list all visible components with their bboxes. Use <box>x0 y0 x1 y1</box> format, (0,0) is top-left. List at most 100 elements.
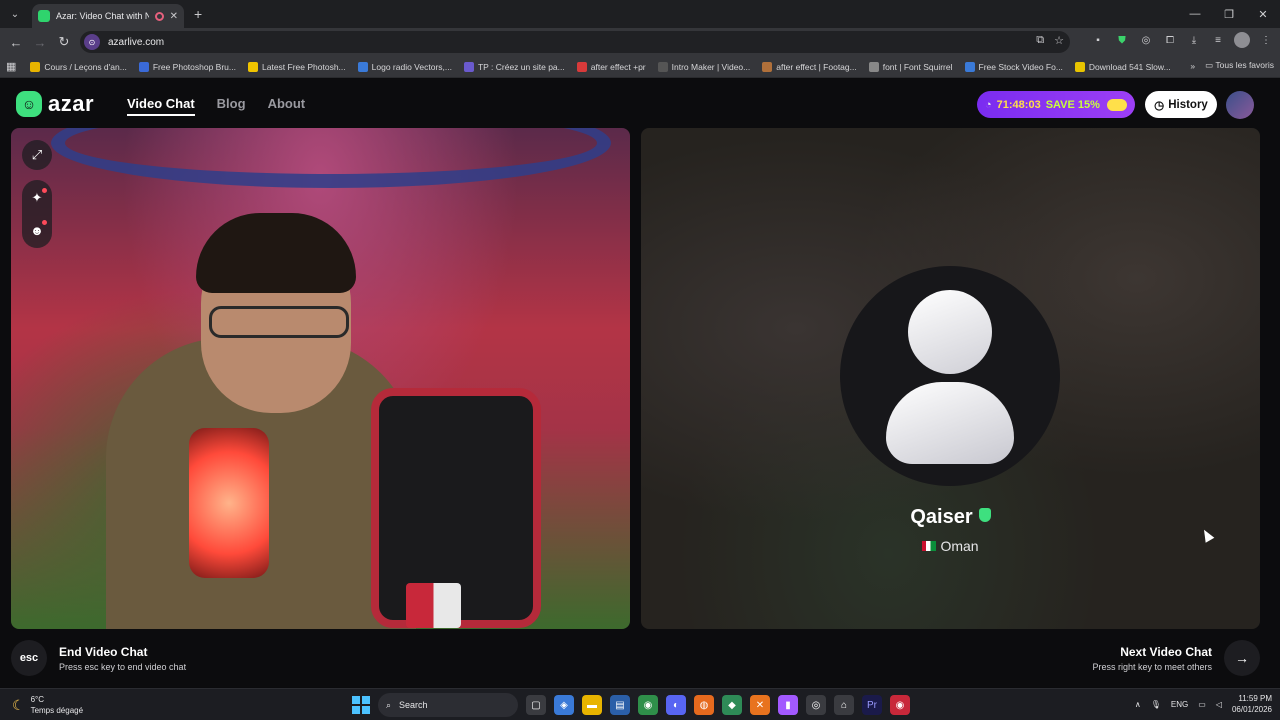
tab-search-icon[interactable]: ⌄ <box>4 4 26 24</box>
azar-logo-icon: ☺ <box>16 91 42 117</box>
network-icon[interactable]: ▭ <box>1198 700 1206 709</box>
task-view-icon[interactable]: ▢ <box>526 695 546 715</box>
bookmark-label: TP : Créez un site pa... <box>477 61 565 72</box>
sparkle-effects-icon[interactable]: ✦ <box>24 185 50 211</box>
cast-icon[interactable]: ⧉ <box>1036 34 1044 47</box>
bookmark-item[interactable]: Logo radio Vectors,... <box>357 61 452 72</box>
bookmark-item[interactable]: Cours / Leçons d'an... <box>30 61 127 72</box>
nav-blog[interactable]: Blog <box>217 96 246 116</box>
firefox-icon[interactable]: ◍ <box>694 695 714 715</box>
nav-about[interactable]: About <box>268 96 306 116</box>
obs-icon[interactable]: ◎ <box>806 695 826 715</box>
new-tab-icon[interactable]: + <box>194 6 202 22</box>
next-arrow-icon[interactable]: → <box>1224 640 1260 676</box>
effects-stack: ✦ ☻ <box>22 180 52 248</box>
browser-tab[interactable]: Azar: Video Chat with New ✕ <box>32 4 184 28</box>
microphone-icon[interactable]: 🎙 <box>1151 700 1161 709</box>
close-tab-icon[interactable]: ✕ <box>170 11 178 22</box>
user-placeholder-body <box>886 382 1014 464</box>
weather-widget[interactable]: ☾ 6°C Temps dégagé <box>12 694 83 716</box>
moon-icon: ☾ <box>12 696 25 713</box>
clock[interactable]: 11:59 PM 06/01/2026 <box>1232 693 1272 715</box>
discord-icon[interactable]: ◐ <box>666 695 686 715</box>
url-text[interactable]: azarlive.com <box>108 37 164 48</box>
volume-icon[interactable]: ◁ <box>1216 700 1222 709</box>
file-explorer-icon[interactable]: ▬ <box>582 695 602 715</box>
bookmark-star-icon[interactable]: ☆ <box>1054 34 1064 47</box>
temperature: 6°C <box>30 695 44 704</box>
maximize-icon[interactable]: ❐ <box>1212 0 1246 28</box>
app-icon[interactable]: ◆ <box>722 695 742 715</box>
esc-key-button[interactable]: esc <box>11 640 47 676</box>
bookmark-favicon-icon <box>357 61 368 72</box>
bookmark-favicon-icon <box>868 61 879 72</box>
bookmark-favicon-icon <box>762 61 773 72</box>
promo-timer-badge[interactable]: ◔ 71:48:03 SAVE 15% <box>977 91 1135 118</box>
puzzle-icon[interactable]: ⧠ <box>1162 32 1178 48</box>
recorder-icon[interactable]: ◉ <box>890 695 910 715</box>
azar-logo[interactable]: ☺ azar <box>16 91 94 117</box>
bookmark-label: after effect | Footag... <box>776 61 857 72</box>
bookmark-item[interactable]: Intro Maker | Video... <box>657 61 751 72</box>
peer-country-row: Oman <box>641 538 1260 554</box>
history-button[interactable]: ◷ History <box>1145 91 1217 118</box>
all-bookmarks[interactable]: ▭ Tous les favoris <box>1205 60 1274 71</box>
site-info-icon[interactable]: ⊙ <box>84 34 100 50</box>
promo-timer: 71:48:03 <box>996 98 1041 111</box>
nav-video-chat[interactable]: Video Chat <box>127 96 195 116</box>
bookmark-item[interactable]: Free Photoshop Bru... <box>138 61 236 72</box>
bookmark-item[interactable]: Free Stock Video Fo... <box>964 61 1063 72</box>
copilot-icon[interactable]: ◈ <box>554 695 574 715</box>
bookmark-label: after effect +pr <box>590 61 646 72</box>
end-video-chat-control[interactable]: esc End Video Chat Press esc key to end … <box>11 640 186 676</box>
face-filter-icon[interactable]: ☻ <box>24 217 50 243</box>
bookmark-item[interactable]: Latest Free Photosh... <box>248 61 346 72</box>
bookmark-favicon-icon <box>248 61 258 72</box>
next-video-chat-control[interactable]: Next Video Chat Press right key to meet … <box>1092 640 1260 676</box>
bookmark-item[interactable]: after effect +pr <box>576 61 646 72</box>
bookmark-item[interactable]: Download 541 Slow... <box>1074 61 1171 72</box>
store-icon[interactable]: ▤ <box>610 695 630 715</box>
apps-grid-icon[interactable]: ▦ <box>6 60 16 73</box>
end-chat-hint: Press esc key to end video chat <box>59 661 187 672</box>
xampp-icon[interactable]: ✕ <box>750 695 770 715</box>
taskbar-search[interactable]: ⌕ Search <box>378 693 518 717</box>
translate-extension-icon[interactable]: ◎ <box>1138 32 1154 48</box>
bookmark-item[interactable]: font | Font Squirrel <box>868 61 953 72</box>
chrome-icon[interactable]: ◉ <box>638 695 658 715</box>
peer-avatar-placeholder <box>840 266 1060 486</box>
tray-expand-icon[interactable]: ∧ <box>1135 700 1141 709</box>
app-icon-2[interactable]: ⌂ <box>834 695 854 715</box>
bookmark-item[interactable]: TP : Créez un site pa... <box>463 61 565 72</box>
logo-text: azar <box>48 91 95 116</box>
bookmark-label: Download 541 Slow... <box>1088 61 1171 72</box>
figma-icon[interactable]: ▮ <box>778 695 798 715</box>
address-bar[interactable]: ⊙ azarlive.com ⧉ ☆ <box>80 31 1070 53</box>
windows-start-icon[interactable] <box>352 696 370 714</box>
bookmark-item[interactable]: after effect | Footag... <box>762 61 857 72</box>
bookmark-favicon-icon <box>138 61 149 72</box>
back-icon[interactable]: ← <box>4 30 28 54</box>
menu-icon[interactable]: ⋮ <box>1258 32 1274 48</box>
bookmark-label: Logo radio Vectors,... <box>371 61 452 72</box>
minimize-icon[interactable]: — <box>1178 0 1212 28</box>
taskbar-apps: ⌕ Search ▢ ◈ ▬ ▤ ◉ ◐ ◍ ◆ ✕ ▮ ◎ ⌂ Pr ◉ <box>352 693 910 717</box>
language[interactable]: ENG <box>1171 700 1188 709</box>
more-bookmarks-icon[interactable]: » <box>1190 61 1195 71</box>
bookmark-label: Intro Maker | Video... <box>671 61 751 72</box>
forward-icon[interactable]: → <box>28 30 52 54</box>
premiere-icon[interactable]: Pr <box>862 695 882 715</box>
search-label: Search <box>399 700 428 710</box>
peer-country: Oman <box>940 538 979 554</box>
reload-icon[interactable]: ↻ <box>52 30 76 54</box>
verified-badge-icon <box>978 508 991 522</box>
expand-icon[interactable]: ⤢ <box>22 140 52 170</box>
close-window-icon[interactable]: ✕ <box>1246 0 1280 28</box>
profile-icon[interactable] <box>1234 32 1250 48</box>
download-icon[interactable]: ⤓ <box>1186 32 1202 48</box>
extension-icon[interactable]: ▪ <box>1090 32 1106 48</box>
media-icon[interactable]: ≡ <box>1210 32 1226 48</box>
azar-page: ☺ azar Video Chat Blog About ◔ 71:48:03 … <box>0 79 1280 687</box>
user-avatar[interactable] <box>1226 91 1254 119</box>
shield-extension-icon[interactable]: ⛊ <box>1114 32 1130 48</box>
